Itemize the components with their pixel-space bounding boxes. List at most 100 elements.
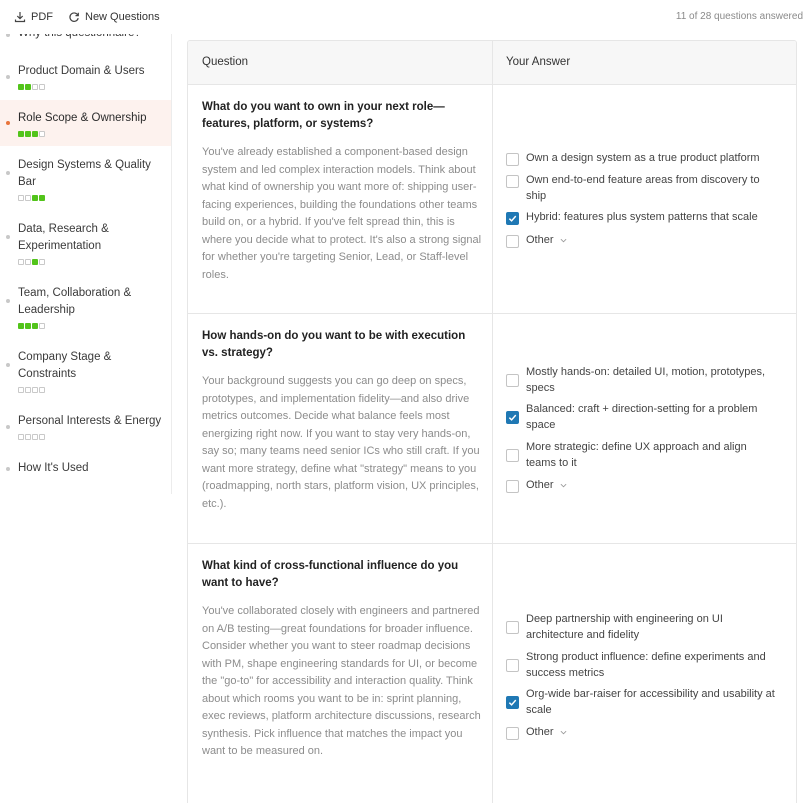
- answer-column-header: Your Answer: [506, 56, 571, 68]
- checkbox[interactable]: [506, 449, 519, 462]
- question-title: What do you want to own in your next rol…: [202, 101, 445, 130]
- question-description: You've already established a component-b…: [202, 146, 482, 281]
- answer-option[interactable]: Org-wide bar-raiser for accessibility an…: [506, 686, 776, 718]
- nav-bullet: [6, 171, 10, 175]
- checkbox[interactable]: [506, 153, 519, 166]
- sidebar-item-role-scope[interactable]: Role Scope & Ownership: [0, 100, 171, 146]
- sidebar-item-label: Personal Interests & Energy: [18, 415, 162, 427]
- progress-box-complete: [25, 84, 31, 90]
- section-progress: [18, 195, 45, 201]
- new-questions-button[interactable]: New Questions: [68, 9, 160, 25]
- sidebar-item-company-stage[interactable]: Company Stage & Constraints: [0, 344, 171, 400]
- other-option[interactable]: Other: [506, 232, 776, 248]
- checkbox[interactable]: [506, 411, 519, 424]
- section-progress: [18, 323, 45, 329]
- section-progress: [18, 84, 45, 90]
- other-option[interactable]: Other: [506, 477, 776, 493]
- sidebar-item-label: Team, Collaboration & Leadership: [18, 287, 132, 316]
- answer-option[interactable]: Mostly hands-on: detailed UI, motion, pr…: [506, 364, 776, 396]
- other-label: Other: [526, 234, 554, 246]
- question-description: Your background suggests you can go deep…: [202, 375, 480, 510]
- progress-box-empty: [39, 387, 45, 393]
- sidebar-item-how-its-used[interactable]: How It's Used: [0, 456, 171, 480]
- sidebar-item-label: How It's Used: [18, 462, 89, 474]
- progress-box-complete: [32, 259, 38, 265]
- answer-option[interactable]: Strong product influence: define experim…: [506, 649, 776, 681]
- option-label: Balanced: craft + direction-setting for …: [526, 403, 758, 431]
- checkbox[interactable]: [506, 212, 519, 225]
- column-divider: [492, 41, 493, 803]
- progress-box-empty: [39, 131, 45, 137]
- nav-bullet: [6, 235, 10, 239]
- checkbox[interactable]: [506, 659, 519, 672]
- other-option[interactable]: Other: [506, 724, 776, 740]
- option-label: Deep partnership with engineering on UI …: [526, 613, 723, 641]
- sidebar-item-design-systems[interactable]: Design Systems & Quality Bar: [0, 152, 171, 208]
- sidebar-item-product-domain[interactable]: Product Domain & Users: [0, 58, 171, 98]
- answer-option[interactable]: Deep partnership with engineering on UI …: [506, 611, 776, 643]
- checkbox[interactable]: [506, 696, 519, 709]
- option-label: Strong product influence: define experim…: [526, 651, 766, 679]
- sidebar-item-team-collaboration[interactable]: Team, Collaboration & Leadership: [0, 280, 171, 336]
- chevron-down-icon[interactable]: [560, 237, 567, 244]
- sidebar-item-label: Why this questionnaire?: [18, 34, 166, 42]
- nav-bullet: [6, 467, 10, 471]
- toolbar: PDF New Questions 11 of 28 questions ans…: [0, 0, 805, 34]
- answer-option[interactable]: Balanced: craft + direction-setting for …: [506, 401, 776, 433]
- progress-box-empty: [39, 84, 45, 90]
- option-label: Own end-to-end feature areas from discov…: [526, 174, 760, 202]
- sidebar-item-label: Data, Research & Experimentation: [18, 223, 109, 252]
- progress-box-empty: [32, 387, 38, 393]
- checkbox[interactable]: [506, 235, 519, 248]
- sidebar: Why this questionnaire? Product Domain &…: [0, 34, 172, 494]
- sidebar-item-label: Product Domain & Users: [18, 65, 145, 77]
- section-progress: [18, 434, 45, 440]
- option-label: More strategic: define UX approach and a…: [526, 441, 747, 469]
- checkbox[interactable]: [506, 621, 519, 634]
- pdf-label: PDF: [31, 11, 53, 23]
- progress-box-empty: [39, 259, 45, 265]
- checkmark-icon: [508, 414, 517, 421]
- checkbox[interactable]: [506, 175, 519, 188]
- progress-box-complete: [25, 323, 31, 329]
- answer-option[interactable]: Own a design system as a true product pl…: [506, 150, 776, 166]
- checkmark-icon: [508, 699, 517, 706]
- progress-box-complete: [18, 323, 24, 329]
- progress-box-empty: [25, 387, 31, 393]
- checkbox[interactable]: [506, 727, 519, 740]
- new-questions-label: New Questions: [85, 11, 160, 23]
- progress-box-complete: [18, 84, 24, 90]
- option-label: Other: [526, 477, 778, 493]
- checkmark-icon: [508, 215, 517, 222]
- nav-bullet: [6, 75, 10, 79]
- refresh-icon: [69, 12, 79, 22]
- other-label: Other: [526, 479, 554, 491]
- progress-box-empty: [18, 195, 24, 201]
- progress-box-complete: [18, 131, 24, 137]
- sidebar-item-label: Role Scope & Ownership: [18, 112, 147, 124]
- progress-box-empty: [25, 195, 31, 201]
- chevron-down-icon[interactable]: [560, 482, 567, 489]
- chevron-down-icon[interactable]: [560, 729, 567, 736]
- progress-box-complete: [39, 195, 45, 201]
- answer-option[interactable]: Own end-to-end feature areas from discov…: [506, 172, 776, 204]
- other-label: Other: [526, 726, 554, 738]
- answer-option[interactable]: Hybrid: features plus system patterns th…: [506, 209, 776, 225]
- checkbox[interactable]: [506, 374, 519, 387]
- option-label: Org-wide bar-raiser for accessibility an…: [526, 688, 775, 716]
- option-label: Hybrid: features plus system patterns th…: [526, 211, 758, 223]
- answer-option[interactable]: More strategic: define UX approach and a…: [506, 439, 776, 471]
- sidebar-item-why[interactable]: Why this questionnaire?: [0, 34, 171, 44]
- option-label: Other: [526, 724, 778, 740]
- pdf-button[interactable]: PDF: [14, 9, 53, 25]
- question-title: How hands-on do you want to be with exec…: [202, 330, 466, 359]
- progress-box-empty: [39, 323, 45, 329]
- progress-box-complete: [32, 131, 38, 137]
- nav-bullet: [6, 363, 10, 367]
- sidebar-item-data-research[interactable]: Data, Research & Experimentation: [0, 216, 171, 272]
- checkbox[interactable]: [506, 480, 519, 493]
- question-description: You've collaborated closely with enginee…: [202, 605, 481, 757]
- sidebar-item-personal-interests[interactable]: Personal Interests & Energy: [0, 408, 171, 448]
- progress-box-complete: [32, 195, 38, 201]
- nav-bullet: [6, 425, 10, 429]
